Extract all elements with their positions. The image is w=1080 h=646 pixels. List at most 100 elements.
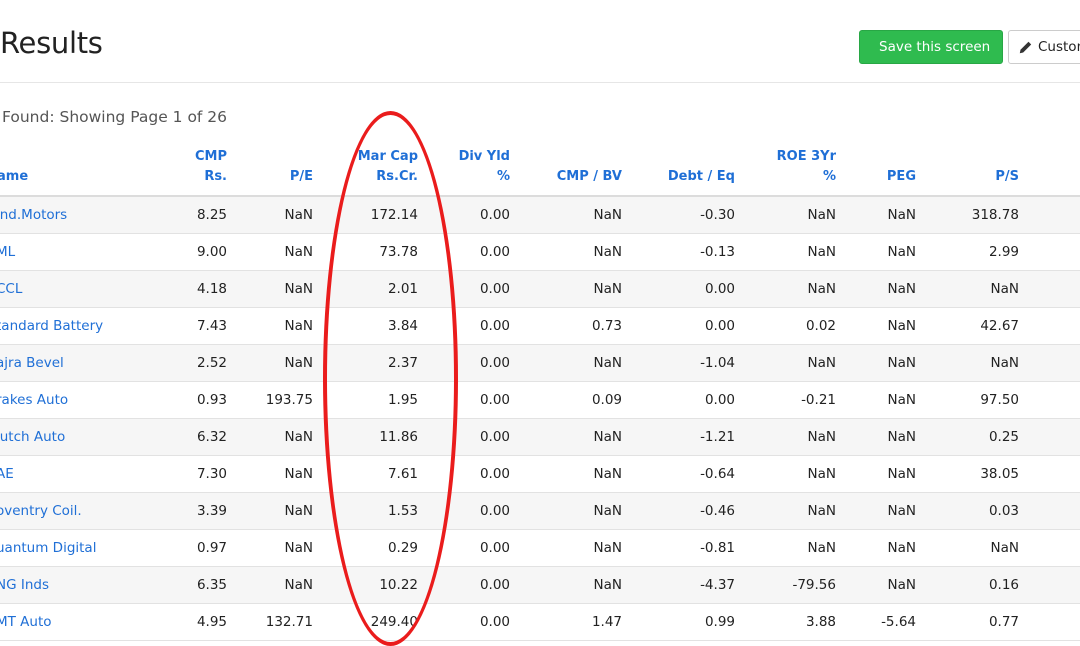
table-row[interactable]: MT Auto 4.95 132.71 249.40 0.00 1.47 0.99 3.88 -…: [0, 604, 1080, 641]
cell-pe: NaN: [284, 429, 313, 445]
cell-pe: 132.71: [265, 614, 313, 630]
column-header-debteq[interactable]: Debt / Eq: [635, 147, 735, 187]
cell-cmpbv: NaN: [593, 503, 622, 519]
cell-pe: NaN: [284, 318, 313, 334]
cell-ps: 0.25: [988, 429, 1019, 445]
cell-cmpbv: NaN: [593, 355, 622, 371]
cell-pe: NaN: [284, 540, 313, 556]
company-name-link[interactable]: oventry Coil.: [0, 493, 82, 529]
cell-roe: 3.88: [805, 614, 836, 630]
cell-roe: 0.02: [805, 318, 836, 334]
column-header-mcap[interactable]: Mar Cap Rs.Cr.: [308, 147, 418, 187]
cell-cmp: 0.93: [196, 392, 227, 408]
cell-mcap: 0.29: [387, 540, 418, 556]
cell-ps: 38.05: [980, 466, 1019, 482]
company-name-link[interactable]: CCL: [0, 271, 22, 307]
cell-ps: 42.67: [980, 318, 1019, 334]
cell-divyld: 0.00: [479, 281, 510, 297]
column-header-line2: Rs.Cr.: [376, 169, 418, 184]
cell-cmp: 0.97: [196, 540, 227, 556]
column-header-roe[interactable]: ROE 3Yr%: [736, 147, 836, 187]
cell-divyld: 0.00: [479, 429, 510, 445]
company-name-link[interactable]: tandard Battery: [0, 308, 103, 344]
cell-cmpbv: 0.09: [591, 392, 622, 408]
table-row[interactable]: lutch Auto 6.32 NaN 11.86 0.00 NaN -1.21 NaN NaN…: [0, 419, 1080, 456]
company-name-link[interactable]: NG Inds: [0, 567, 49, 603]
column-header-cmpbv[interactable]: CMP / BV: [522, 147, 622, 187]
company-name-link[interactable]: AE: [0, 456, 14, 492]
table-row[interactable]: ajra Bevel 2.52 NaN 2.37 0.00 NaN -1.04 NaN NaN N…: [0, 345, 1080, 382]
column-header-line1: [0, 147, 28, 167]
cell-cmpbv: 1.47: [591, 614, 622, 630]
column-header-line2: %: [496, 169, 510, 184]
column-header-line1: Mar Cap: [357, 149, 418, 164]
pencil-icon: [1019, 41, 1032, 53]
cell-cmpbv: NaN: [593, 466, 622, 482]
table-row[interactable]: AE 7.30 NaN 7.61 0.00 NaN -0.64 NaN NaN 38.05: [0, 456, 1080, 493]
cell-divyld: 0.00: [479, 503, 510, 519]
cell-cmp: 7.43: [196, 318, 227, 334]
company-name-link[interactable]: lutch Auto: [0, 419, 65, 455]
column-header-pe[interactable]: P/E: [233, 147, 313, 187]
cell-cmp: 4.95: [196, 614, 227, 630]
cell-roe: -79.56: [792, 577, 836, 593]
company-name-link[interactable]: ajra Bevel: [0, 345, 64, 381]
cell-mcap: 3.84: [387, 318, 418, 334]
company-name-link[interactable]: uantum Digital: [0, 530, 96, 566]
table-row[interactable]: rakes Auto 0.93 193.75 1.95 0.00 0.09 0.00 -0.2…: [0, 382, 1080, 419]
table-row[interactable]: tandard Battery 7.43 NaN 3.84 0.00 0.73 0.00 0.…: [0, 308, 1080, 345]
cell-divyld: 0.00: [479, 540, 510, 556]
cell-cmpbv: NaN: [593, 281, 622, 297]
cell-pe: NaN: [284, 355, 313, 371]
cell-cmpbv: NaN: [593, 207, 622, 223]
column-header-line1: [635, 147, 735, 167]
cell-pe: NaN: [284, 281, 313, 297]
cell-pe: 193.75: [265, 392, 313, 408]
column-header-peg[interactable]: PEG: [846, 147, 916, 187]
column-header-ps[interactable]: P/S: [929, 147, 1019, 187]
cell-mcap: 10.22: [379, 577, 418, 593]
table-row[interactable]: uantum Digital 0.97 NaN 0.29 0.00 NaN -0.81 NaN…: [0, 530, 1080, 567]
cell-cmp: 9.00: [196, 244, 227, 260]
cell-peg: -5.64: [881, 614, 916, 630]
save-screen-label: Save this screen: [879, 39, 991, 55]
company-name-link[interactable]: ind.Motors: [0, 197, 67, 233]
company-name-link[interactable]: ML: [0, 234, 15, 270]
column-header-name[interactable]: ame: [0, 147, 28, 187]
cell-mcap: 73.78: [379, 244, 418, 260]
save-screen-button[interactable]: Save this screen: [859, 30, 1003, 64]
column-header-line2: %: [822, 169, 836, 184]
table-row[interactable]: ML 9.00 NaN 73.78 0.00 NaN -0.13 NaN NaN 2.99: [0, 234, 1080, 271]
cell-cmp: 3.39: [196, 503, 227, 519]
column-header-line1: ROE 3Yr: [776, 149, 836, 164]
cell-debteq: -1.21: [700, 429, 735, 445]
cell-cmpbv: NaN: [593, 244, 622, 260]
cell-debteq: 0.00: [704, 281, 735, 297]
column-header-line2: Rs.: [204, 169, 227, 184]
cell-pe: NaN: [284, 577, 313, 593]
cell-roe: NaN: [807, 503, 836, 519]
results-table-body: ind.Motors 8.25 NaN 172.14 0.00 NaN -0.30 NaN Na…: [0, 197, 1080, 641]
column-header-divyld[interactable]: Div Yld%: [430, 147, 510, 187]
cell-peg: NaN: [887, 281, 916, 297]
cell-peg: NaN: [887, 577, 916, 593]
customize-label: Custon: [1038, 39, 1080, 55]
column-header-cmp[interactable]: CMP Rs.: [137, 147, 227, 187]
cell-mcap: 7.61: [387, 466, 418, 482]
cell-cmpbv: NaN: [593, 577, 622, 593]
company-name-link[interactable]: rakes Auto: [0, 382, 68, 418]
cell-roe: NaN: [807, 281, 836, 297]
customize-button[interactable]: Custon: [1008, 30, 1080, 64]
table-row[interactable]: CCL 4.18 NaN 2.01 0.00 NaN 0.00 NaN NaN NaN: [0, 271, 1080, 308]
table-row[interactable]: NG Inds 6.35 NaN 10.22 0.00 NaN -4.37 -79.56 NaN…: [0, 567, 1080, 604]
cell-cmpbv: NaN: [593, 540, 622, 556]
table-row[interactable]: ind.Motors 8.25 NaN 172.14 0.00 NaN -0.30 NaN Na…: [0, 197, 1080, 234]
cell-cmp: 4.18: [196, 281, 227, 297]
cell-pe: NaN: [284, 503, 313, 519]
table-row[interactable]: oventry Coil. 3.39 NaN 1.53 0.00 NaN -0.46 NaN N…: [0, 493, 1080, 530]
cell-cmp: 7.30: [196, 466, 227, 482]
cell-pe: NaN: [284, 207, 313, 223]
cell-debteq: -0.30: [700, 207, 735, 223]
column-header-line1: CMP: [194, 149, 227, 164]
company-name-link[interactable]: MT Auto: [0, 604, 52, 640]
